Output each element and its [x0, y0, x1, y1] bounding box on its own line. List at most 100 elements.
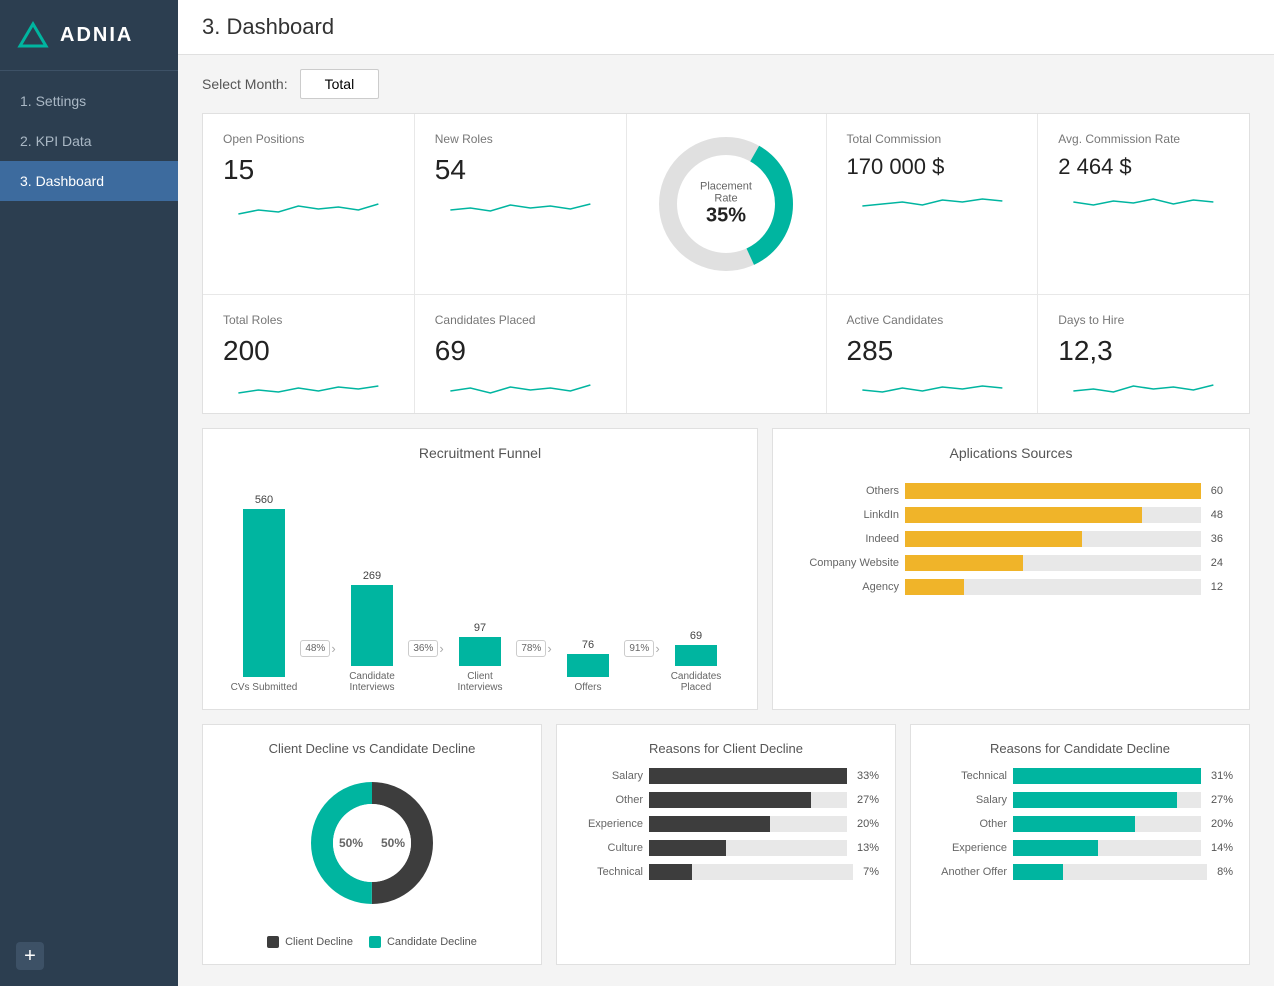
kpi-candidates-placed: Candidates Placed 69 — [415, 295, 627, 413]
hbar-indeed-val: 36 — [1211, 533, 1223, 545]
client-hbar-other-val: 27% — [857, 794, 879, 806]
sidebar: ADNIA 1. Settings 2. KPI Data 3. Dashboa… — [0, 0, 178, 986]
client-hbar-experience-fill — [649, 816, 770, 832]
funnel-arrow-3-badge: 78% — [516, 640, 546, 657]
hbar-indeed-fill — [905, 531, 1082, 547]
kpi-candidates-placed-label: Candidates Placed — [435, 313, 536, 327]
kpi-total-commission-sparkline — [847, 190, 1018, 214]
candidate-decline-title: Reasons for Candidate Decline — [927, 741, 1233, 756]
kpi-active-candidates-label: Active Candidates — [847, 313, 944, 327]
decline-card: Client Decline vs Candidate Decline 50% … — [202, 724, 542, 965]
cand-hbar-another-offer-val: 8% — [1217, 866, 1233, 878]
kpi-candidates-placed-sparkline — [435, 377, 606, 401]
funnel-arrow-1-badge: 48% — [300, 640, 330, 657]
kpi-bottom-row: Total Roles 200 Candidates Placed 69 Act… — [203, 295, 1249, 413]
hbar-others-track — [905, 483, 1201, 499]
funnel-arrow-2: 36% › — [407, 640, 445, 657]
hbar-others-val: 60 — [1211, 485, 1223, 497]
adnia-logo-icon — [16, 18, 50, 52]
main-content: 3. Dashboard Select Month: Total Open Po… — [178, 0, 1274, 986]
client-hbar-other-track — [649, 792, 847, 808]
funnel-arrow-1: 48% › — [299, 640, 337, 657]
main-header: 3. Dashboard — [178, 0, 1274, 55]
decline-title: Client Decline vs Candidate Decline — [219, 741, 525, 756]
client-hbar-experience-label: Experience — [573, 818, 643, 830]
client-hbar-salary: Salary 33% — [573, 768, 879, 784]
hbar-linkedin-val: 48 — [1211, 509, 1223, 521]
funnel-placed-label: Candidates Placed — [661, 671, 731, 693]
cand-hbar-another-offer-track — [1013, 864, 1207, 880]
funnel-offers-bar — [567, 654, 609, 677]
kpi-days-to-hire: Days to Hire 12,3 — [1038, 295, 1249, 413]
cand-hbar-other-fill — [1013, 816, 1135, 832]
placement-rate-donut: Placement Rate 35% — [627, 114, 827, 294]
client-hbar-culture-label: Culture — [573, 842, 643, 854]
legend-client-label: Client Decline — [285, 936, 353, 948]
client-hbar-salary-track — [649, 768, 847, 784]
funnel-placed-value: 69 — [690, 630, 702, 642]
hbar-linkedin-track — [905, 507, 1201, 523]
recruitment-funnel-card: Recruitment Funnel 560 CVs Submitted 48%… — [202, 428, 758, 710]
cand-hbar-other: Other 20% — [927, 816, 1233, 832]
cand-hbar-salary-val: 27% — [1211, 794, 1233, 806]
hbar-indeed-track — [905, 531, 1201, 547]
donut-spacer — [627, 295, 827, 413]
hbar-others-label: Others — [799, 485, 899, 497]
legend-candidate: Candidate Decline — [369, 936, 477, 948]
hbar-company-label: Company Website — [799, 557, 899, 569]
hbar-linkedin-label: LinkdIn — [799, 509, 899, 521]
kpi-candidates-placed-value: 69 — [435, 335, 466, 367]
cand-hbar-another-offer: Another Offer 8% — [927, 864, 1233, 880]
funnel-group-cvs: 560 CVs Submitted — [229, 494, 299, 693]
decline-donut: 50% 50% — [297, 768, 447, 918]
kpi-avg-commission-sparkline — [1058, 190, 1229, 214]
cand-hbar-salary: Salary 27% — [927, 792, 1233, 808]
app-sources-title: Aplications Sources — [789, 445, 1233, 461]
kpi-total-roles-label: Total Roles — [223, 313, 282, 327]
cand-hbar-salary-fill — [1013, 792, 1177, 808]
cand-hbar-technical-val: 31% — [1211, 770, 1233, 782]
hbar-agency: Agency 12 — [799, 579, 1223, 595]
funnel-cvs-label: CVs Submitted — [229, 682, 299, 693]
kpi-new-roles-value: 54 — [435, 154, 466, 186]
client-hbar-culture-val: 13% — [857, 842, 879, 854]
logo-text: ADNIA — [60, 24, 133, 47]
cand-hbar-technical-label: Technical — [927, 770, 1007, 782]
cand-hbar-other-val: 20% — [1211, 818, 1233, 830]
add-button[interactable]: + — [16, 942, 44, 970]
funnel-arrow-4-badge: 91% — [624, 640, 654, 657]
legend-candidate-dot — [369, 936, 381, 948]
kpi-total-roles-sparkline — [223, 377, 394, 401]
placement-rate-value: 35% — [689, 205, 764, 228]
sidebar-item-dashboard[interactable]: 3. Dashboard — [0, 161, 178, 201]
cand-hbar-experience-track — [1013, 840, 1201, 856]
kpi-new-roles-sparkline — [435, 196, 606, 220]
funnel-cvs-value: 560 — [255, 494, 273, 506]
client-hbar-culture: Culture 13% — [573, 840, 879, 856]
funnel-client-bar — [459, 637, 501, 666]
app-sources-bars: Others 60 LinkdIn 48 Indeed — [789, 473, 1233, 613]
kpi-avg-commission: Avg. Commission Rate 2 464 $ — [1038, 114, 1249, 294]
select-month-label: Select Month: — [202, 76, 288, 92]
sidebar-item-settings[interactable]: 1. Settings — [0, 81, 178, 121]
legend-client: Client Decline — [267, 936, 353, 948]
sidebar-bottom: + — [0, 926, 178, 986]
sidebar-item-kpi[interactable]: 2. KPI Data — [0, 121, 178, 161]
hbar-agency-track — [905, 579, 1201, 595]
hbar-company-fill — [905, 555, 1023, 571]
funnel-client-value: 97 — [474, 622, 486, 634]
app-sources-card: Aplications Sources Others 60 LinkdIn 48 — [772, 428, 1250, 710]
select-month-button[interactable]: Total — [300, 69, 380, 99]
funnel-offers-label: Offers — [553, 682, 623, 693]
client-hbar-experience-track — [649, 816, 847, 832]
client-hbar-other-label: Other — [573, 794, 643, 806]
candidate-pct: 50% — [381, 836, 405, 850]
funnel-candidate-label: Candidate Interviews — [337, 671, 407, 693]
cand-hbar-technical: Technical 31% — [927, 768, 1233, 784]
client-decline-bars: Salary 33% Other 27% Experience — [573, 768, 879, 880]
decline-donut-area: 50% 50% Client Decline Candidate Decline — [219, 768, 525, 948]
cand-hbar-salary-label: Salary — [927, 794, 1007, 806]
hbar-others: Others 60 — [799, 483, 1223, 499]
funnel-title: Recruitment Funnel — [219, 445, 741, 461]
client-hbar-technical-label: Technical — [573, 866, 643, 878]
